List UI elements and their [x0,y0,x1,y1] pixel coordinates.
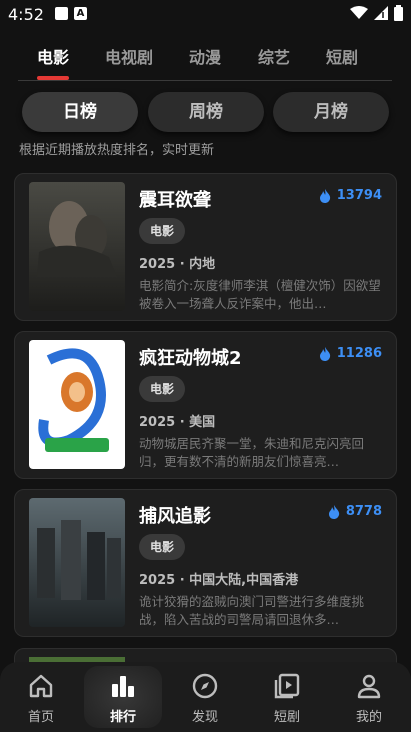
ranking-card[interactable]: 捕风追影 8778 电影 2025 · 中国大陆,中国香港 诡计狡猾的盗贼向澳门… [14,489,397,637]
compass-icon [192,673,218,699]
nav-label: 我的 [355,710,382,725]
flame-icon [328,504,339,519]
type-badge: 电影 [139,218,185,244]
nav-label: 排行 [109,710,136,725]
ranking-card[interactable]: 震耳欲聋 13794 电影 2025 · 内地 电影简介:灰度律师李淇（檀健次饰… [14,173,397,321]
hot-score: 11286 [319,346,382,361]
tab-indicator [37,76,69,80]
nav-home[interactable]: 首页 [0,662,82,732]
segment-weekly[interactable]: 周榜 [148,92,264,132]
card-description: 动物城居民齐聚一堂，朱迪和尼克闪亮回归，更有数不清的新朋友们惊喜亮… [139,436,365,469]
tab-tv[interactable]: 电视剧 [105,44,153,68]
card-title: 震耳欲聋 [139,190,211,211]
tab-movie[interactable]: 电影 [37,44,69,68]
hot-value: 11286 [336,346,382,361]
ranking-subtitle: 根据近期播放热度排名，实时更新 [19,143,215,158]
flame-icon [319,346,330,361]
notification-icons: A [55,7,87,20]
status-bar: 4:52 A [0,0,411,30]
play-icon [274,673,300,699]
card-description: 诡计狡猾的盗贼向澳门司警进行多维度挑战，陷入苦战的司警局请回退休多… [139,594,365,627]
hot-score: 13794 [319,188,382,203]
flame-icon [319,188,330,203]
notification-a-icon: A [74,7,87,20]
card-title: 疯狂动物城2 [139,348,242,369]
hot-value: 13794 [336,188,382,203]
card-meta: 2025 · 内地 [139,257,216,272]
nav-label: 首页 [27,710,54,725]
nav-short-drama[interactable]: 短剧 [246,662,328,732]
tab-anime[interactable]: 动漫 [189,44,221,68]
wifi-icon [350,6,368,19]
segment-monthly[interactable]: 月榜 [273,92,389,132]
tab-variety[interactable]: 综艺 [258,44,290,68]
notification-square-icon [55,7,68,20]
hot-score: 8778 [328,504,382,519]
nav-label: 短剧 [273,710,300,725]
type-badge: 电影 [139,376,185,402]
nav-label: 发现 [191,710,218,725]
card-description: 电影简介:灰度律师李淇（檀健次饰）因欲望被卷入一场聋人反诈案中，他出… [139,278,381,311]
status-time: 4:52 [8,5,44,24]
nav-discover[interactable]: 发现 [164,662,246,732]
nav-ranking[interactable]: 排行 [82,662,164,732]
poster-image [29,182,125,311]
card-meta: 2025 · 中国大陆,中国香港 [139,573,299,588]
hot-value: 8778 [345,504,382,519]
type-badge: 电影 [139,534,185,560]
tab-short[interactable]: 短剧 [326,44,358,68]
battery-icon [394,5,403,21]
chart-icon [112,676,134,697]
poster-image [29,498,125,627]
category-tabs: 电影 电视剧 动漫 综艺 短剧 [18,36,392,81]
segment-daily[interactable]: 日榜 [22,92,138,132]
user-icon [357,674,381,699]
bottom-navigation: 首页 排行 发现 短剧 我的 [0,662,411,732]
nav-profile[interactable]: 我的 [328,662,410,732]
card-title: 捕风追影 [139,506,211,527]
status-right-icons [350,5,403,21]
home-icon [29,674,53,698]
card-meta: 2025 · 美国 [139,415,216,430]
signal-icon [374,6,388,20]
ranking-card[interactable]: 疯狂动物城2 11286 电影 2025 · 美国 动物城居民齐聚一堂，朱迪和尼… [14,331,397,479]
poster-image [29,340,125,469]
